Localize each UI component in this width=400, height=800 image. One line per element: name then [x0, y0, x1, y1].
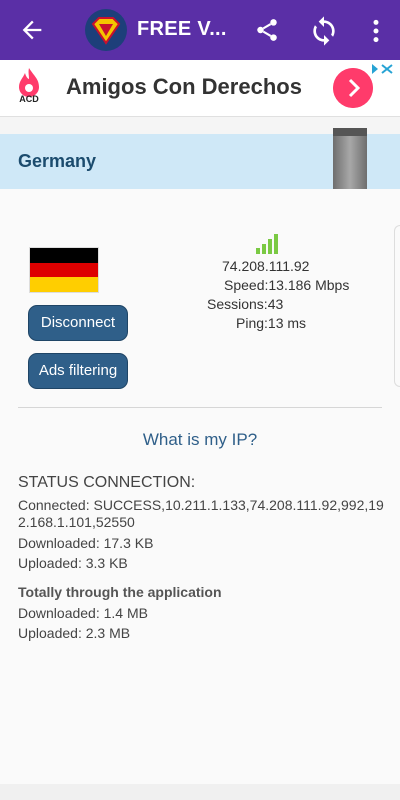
status-title: STATUS CONNECTION:	[18, 474, 196, 491]
server-ping: Ping:13 ms	[236, 315, 307, 331]
signal-strength-icon	[256, 234, 278, 254]
sync-icon[interactable]	[308, 15, 340, 47]
side-scroll-tab[interactable]	[394, 225, 400, 387]
back-arrow-icon[interactable]	[18, 16, 46, 44]
totals-uploaded: Uploaded: 2.3 MB	[18, 625, 131, 641]
app-title: FREE V...	[137, 18, 227, 40]
ads-filtering-button[interactable]: Ads filtering	[28, 353, 128, 389]
more-vert-icon[interactable]	[368, 18, 384, 44]
ad-title[interactable]: Amigos Con Derechos	[66, 74, 302, 100]
ad-chevron-right-icon[interactable]	[333, 68, 373, 108]
status-uploaded: Uploaded: 3.3 KB	[18, 555, 128, 571]
ad-logo-text: ACD	[19, 94, 39, 104]
ad-banner[interactable]: ACD Amigos Con Derechos	[0, 60, 400, 117]
divider	[18, 407, 382, 408]
status-connected: Connected: SUCCESS,10.211.1.133,74.208.1…	[18, 497, 384, 530]
server-ip: 74.208.111.92	[222, 258, 310, 274]
superman-logo-icon	[85, 9, 127, 51]
server-sessions: Sessions:43	[207, 296, 284, 312]
what-is-my-ip-link[interactable]: What is my IP?	[0, 430, 400, 450]
app-bar: FREE V...	[0, 0, 400, 60]
bottom-edge	[0, 784, 400, 800]
totals-title: Totally through the application	[18, 584, 222, 600]
disconnect-button[interactable]: Disconnect	[28, 305, 128, 341]
share-icon[interactable]	[254, 17, 280, 43]
status-downloaded: Downloaded: 17.3 KB	[18, 535, 154, 551]
adchoices-icon[interactable]	[370, 62, 396, 76]
server-speed: Speed:13.186 Mbps	[224, 277, 350, 293]
country-name: Germany	[18, 151, 97, 171]
germany-flag-icon	[30, 248, 98, 292]
totals-downloaded: Downloaded: 1.4 MB	[18, 605, 148, 621]
